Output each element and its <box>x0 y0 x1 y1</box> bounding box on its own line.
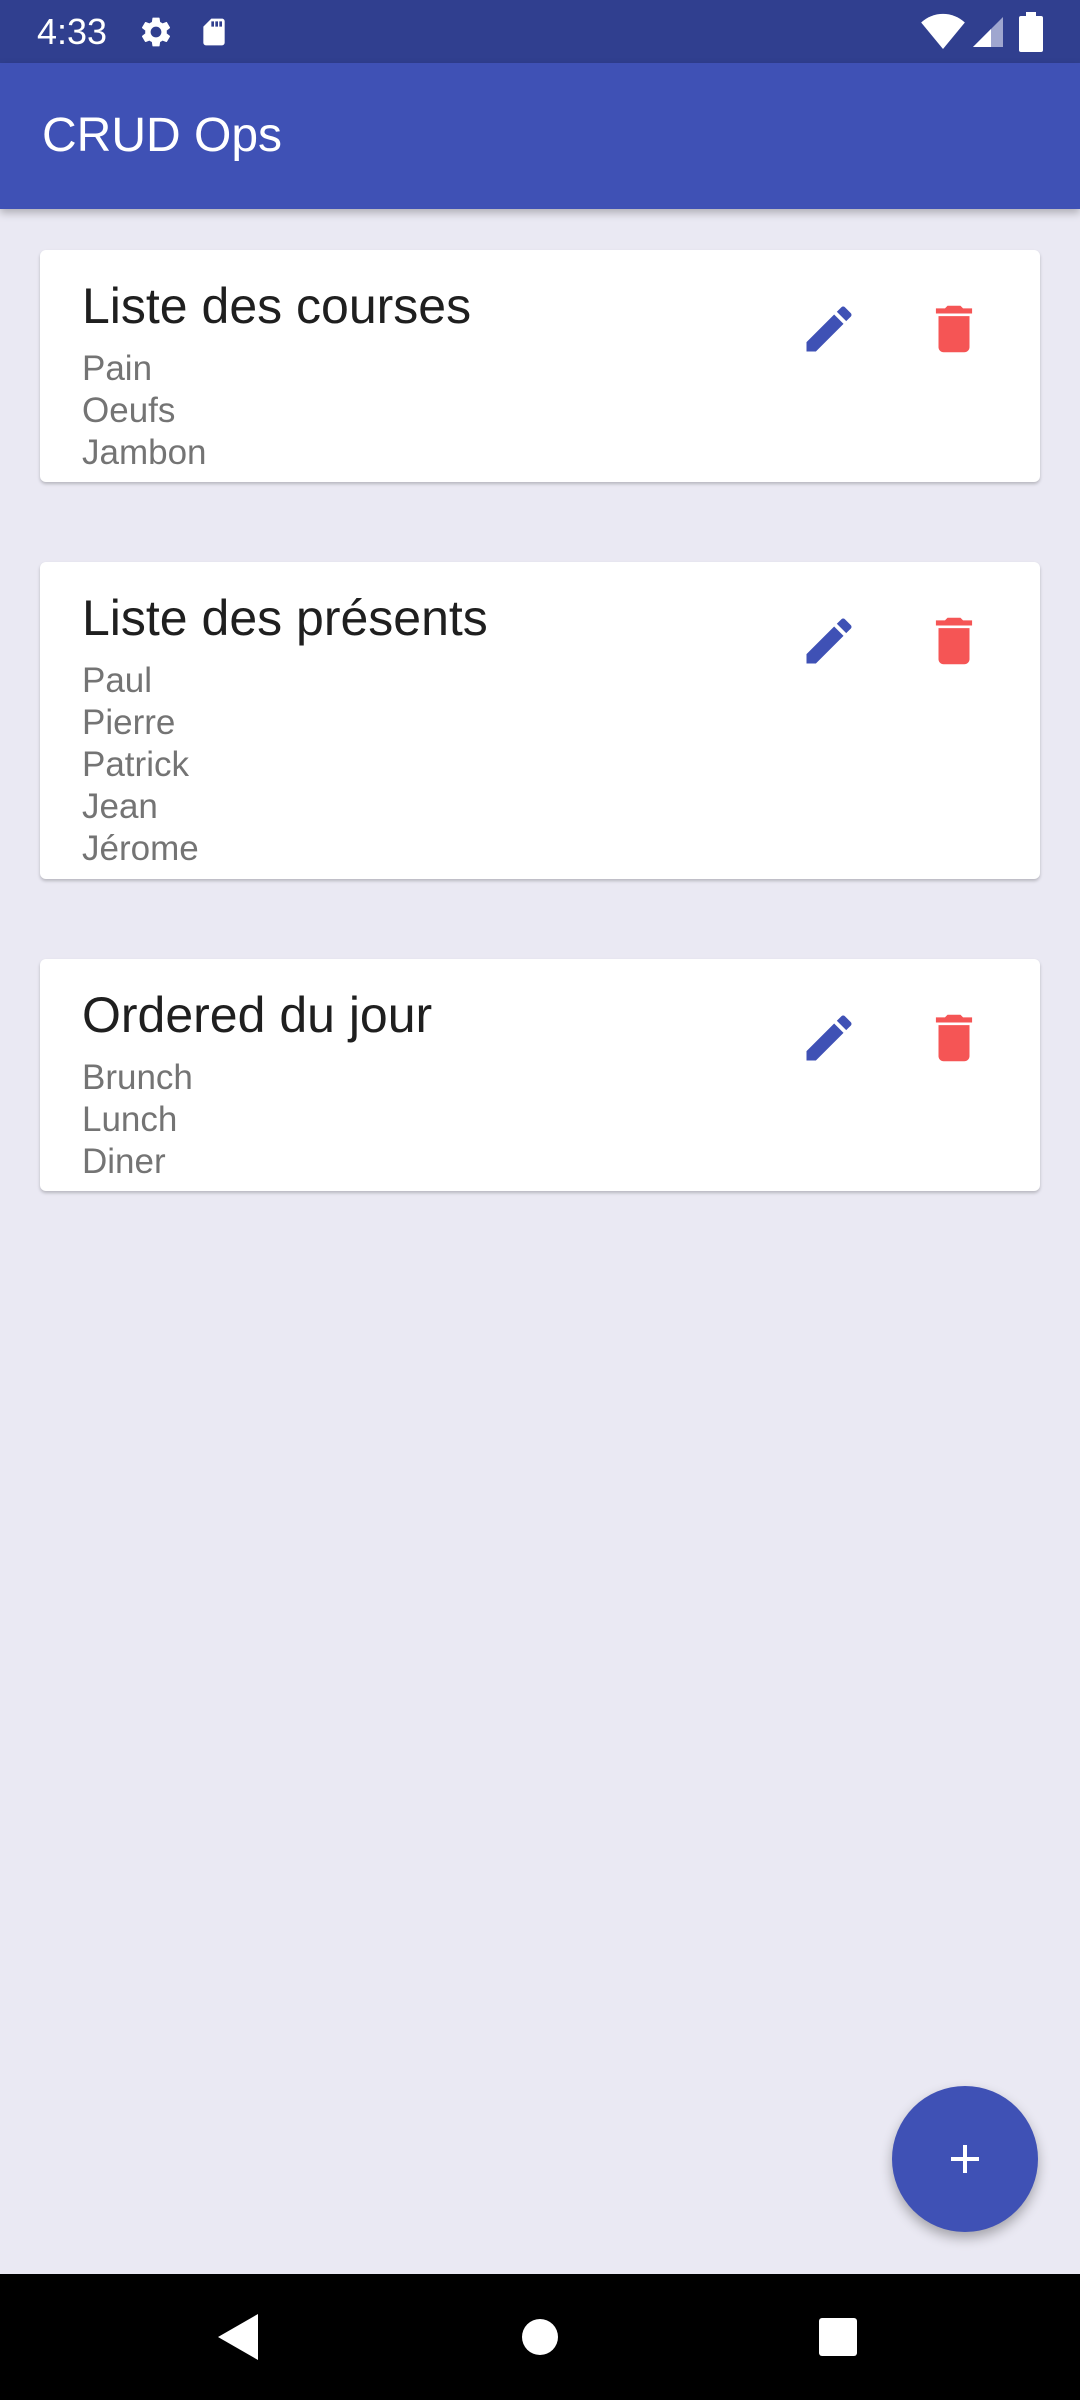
list-item: Diner <box>82 1142 166 1181</box>
list-item: Brunch <box>82 1058 193 1097</box>
list-item: Jambon <box>82 433 207 472</box>
list-card[interactable]: Liste des présents Paul Pierre Patrick J… <box>40 562 1040 879</box>
back-button[interactable] <box>198 2297 278 2377</box>
home-button[interactable] <box>500 2297 580 2377</box>
list-item: Pierre <box>82 703 176 742</box>
delete-button[interactable] <box>910 597 998 685</box>
list-item: Jean <box>82 787 158 826</box>
list-item: Paul <box>82 661 153 700</box>
pencil-icon <box>806 306 852 352</box>
list-card[interactable]: Ordered du jour Brunch Lunch Diner <box>40 959 1040 1191</box>
navigation-bar <box>0 2274 1080 2400</box>
list-title: Liste des courses <box>82 278 472 334</box>
edit-button[interactable] <box>785 994 873 1082</box>
recents-button[interactable] <box>798 2297 878 2377</box>
recents-icon <box>819 2318 857 2356</box>
list-title: Ordered du jour <box>82 987 433 1043</box>
list-item: Lunch <box>82 1100 178 1139</box>
edit-button[interactable] <box>785 285 873 373</box>
list-items: Pain Oeufs Jambon <box>82 348 207 474</box>
home-icon <box>522 2319 558 2355</box>
status-time: 4:33 <box>37 11 108 52</box>
add-list-button[interactable] <box>892 2086 1038 2232</box>
list-card[interactable]: Liste des courses Pain Oeufs Jambon <box>40 250 1040 482</box>
list-items: Paul Pierre Patrick Jean Jérome <box>82 660 199 870</box>
list-item: Jérome <box>82 829 199 868</box>
battery-icon <box>1019 12 1043 52</box>
edit-button[interactable] <box>785 597 873 685</box>
list-item: Pain <box>82 349 153 388</box>
trash-icon <box>935 305 973 353</box>
status-bar: 4:33 <box>0 0 1080 63</box>
list-items: Brunch Lunch Diner <box>82 1057 193 1183</box>
cell-signal-icon <box>973 17 1003 47</box>
trash-icon <box>935 617 973 665</box>
pencil-icon <box>806 618 852 664</box>
gear-icon <box>141 17 171 47</box>
list-item: Patrick <box>82 745 189 784</box>
app-title: CRUD Ops <box>42 109 283 162</box>
delete-button[interactable] <box>910 285 998 373</box>
plus-icon <box>951 2145 979 2173</box>
list-title: Liste des présents <box>82 590 488 646</box>
list-item: Oeufs <box>82 391 176 430</box>
wifi-icon <box>921 13 965 50</box>
delete-button[interactable] <box>910 994 998 1082</box>
pencil-icon <box>806 1015 852 1061</box>
trash-icon <box>935 1014 973 1062</box>
back-icon <box>218 2314 258 2360</box>
sd-card-icon <box>203 18 225 46</box>
app-bar: CRUD Ops <box>0 63 1080 209</box>
